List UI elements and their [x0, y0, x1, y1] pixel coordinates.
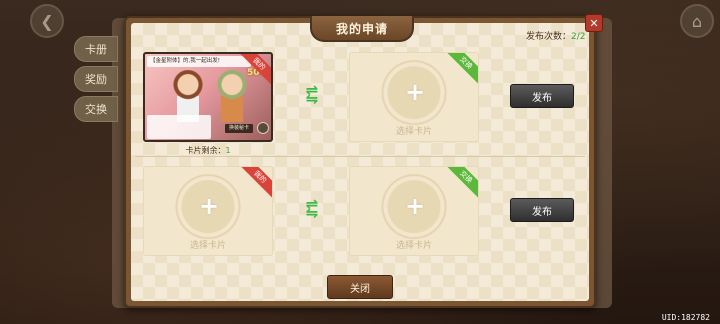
card-description-box — [147, 115, 211, 139]
swap-arrows-icon: ⇌ ⇋ — [305, 81, 319, 108]
card-badge: 换装秘卡 — [225, 124, 253, 133]
card-seal-icon — [257, 122, 269, 134]
card-remaining-value: 1 — [225, 146, 231, 155]
swap-tag: 交换 — [443, 53, 478, 86]
row-divider — [135, 156, 585, 157]
swap-arrows-icon: ⇌ ⇋ — [305, 195, 319, 222]
mine-tag: 我的 — [237, 167, 272, 200]
uid-label: UID:182782 — [661, 313, 710, 322]
publish-button[interactable]: 发布 — [510, 198, 574, 222]
card-remaining: 卡片剩余：1 — [143, 145, 273, 156]
slot-label: 选择卡片 — [395, 241, 432, 251]
publish-count-label: 发布次数： — [526, 32, 572, 42]
my-card[interactable]: 【金星附体】的,我一起出发! 500 换装秘卡 我的 — [143, 52, 273, 142]
publish-count: 发布次数：2/2 — [526, 29, 586, 42]
slot-label: 选择卡片 — [189, 241, 226, 251]
publish-button[interactable]: 发布 — [510, 84, 574, 108]
slot-label: 选择卡片 — [395, 127, 432, 137]
swap-card-slot[interactable]: + 选择卡片 交换 — [349, 52, 479, 142]
swap-card-slot[interactable]: + 选择卡片 交换 — [349, 166, 479, 256]
plus-icon: + — [404, 78, 426, 106]
card-remaining-label: 卡片剩余： — [185, 146, 226, 155]
back-icon[interactable]: ❮ — [30, 4, 64, 38]
side-tabs: 卡册 奖励 交换 — [74, 36, 118, 126]
dialog-title: 我的申请 — [310, 16, 414, 42]
tab-exchange[interactable]: 交换 — [74, 96, 118, 122]
publish-count-value: 2/2 — [571, 32, 586, 42]
tab-rewards[interactable]: 奖励 — [74, 66, 118, 92]
plus-icon: + — [198, 192, 220, 220]
swap-tag: 交换 — [443, 167, 478, 200]
plus-icon: + — [404, 192, 426, 220]
tab-card-album[interactable]: 卡册 — [74, 36, 118, 62]
card-character-right — [213, 70, 251, 122]
close-icon[interactable]: ✕ — [585, 14, 603, 32]
home-icon[interactable]: ⌂ — [680, 4, 714, 38]
my-card-slot[interactable]: + 选择卡片 我的 — [143, 166, 273, 256]
card-title: 【金星附体】的,我一起出发! — [147, 56, 251, 67]
close-button[interactable]: 关闭 — [327, 275, 393, 299]
